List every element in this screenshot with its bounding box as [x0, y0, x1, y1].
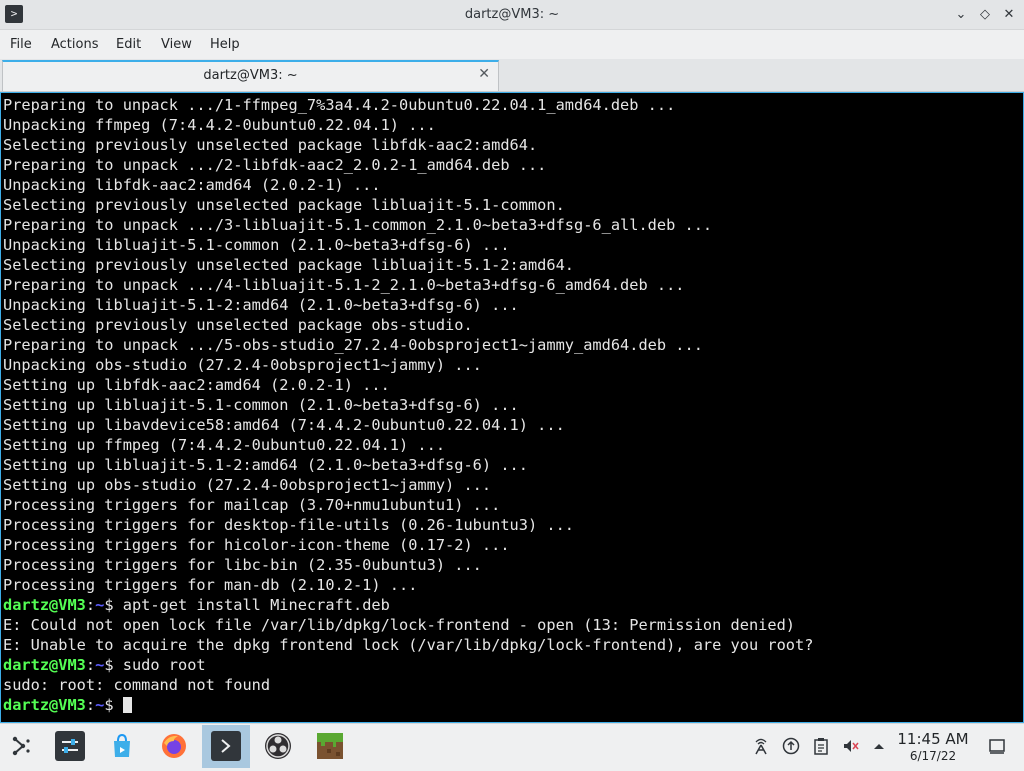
updates-icon[interactable] [781, 736, 801, 756]
firefox-icon[interactable] [159, 731, 189, 761]
menu-bar: File Actions Edit View Help [0, 30, 1024, 59]
prompt-user: dartz@VM3 [3, 596, 86, 614]
volume-muted-icon[interactable] [841, 736, 861, 756]
close-window-button[interactable]: ✕ [998, 4, 1020, 26]
terminal-line: dartz@VM3:~$ [3, 695, 1023, 715]
tab-close-icon[interactable]: ✕ [478, 66, 490, 82]
prompt-user: dartz@VM3 [3, 696, 86, 714]
prompt-path: ~ [95, 596, 105, 614]
menu-view[interactable]: View [161, 37, 192, 52]
terminal-line: Unpacking ffmpeg (7:4.4.2-0ubuntu0.22.04… [3, 116, 436, 134]
terminal-line: Processing triggers for hicolor-icon-the… [3, 536, 510, 554]
terminal-line: Processing triggers for libc-bin (2.35-0… [3, 556, 482, 574]
menu-actions[interactable]: Actions [51, 37, 99, 52]
menu-file[interactable]: File [10, 37, 32, 52]
prompt-path: ~ [95, 696, 105, 714]
terminal-line: Preparing to unpack .../1-ffmpeg_7%3a4.4… [3, 96, 676, 114]
terminal-line: Selecting previously unselected package … [3, 136, 538, 154]
command-text: apt-get install Minecraft.deb [122, 596, 390, 614]
menu-edit[interactable]: Edit [116, 37, 141, 52]
window-titlebar[interactable]: > dartz@VM3: ~ ⌄ ◇ ✕ [0, 0, 1024, 30]
command-text: sudo root [122, 656, 206, 674]
prompt-symbol: $ [104, 696, 123, 714]
terminal-icon[interactable] [211, 731, 241, 761]
terminal-view[interactable]: Preparing to unpack .../1-ffmpeg_7%3a4.4… [0, 92, 1024, 723]
tab-label: dartz@VM3: ~ [203, 68, 298, 83]
terminal-line: sudo: root: command not found [3, 676, 271, 694]
terminal-line: E: Unable to acquire the dpkg frontend l… [3, 636, 814, 654]
prompt-colon: : [85, 696, 96, 714]
network-icon[interactable] [751, 736, 771, 756]
terminal-line: Selecting previously unselected package … [3, 256, 574, 274]
clock-date[interactable]: 6/17/22 [894, 749, 972, 763]
minimize-button[interactable]: ⌄ [950, 4, 972, 26]
terminal-line: Setting up libfdk-aac2:amd64 (2.0.2-1) .… [3, 376, 390, 394]
terminal-line: Preparing to unpack .../3-libluajit-5.1-… [3, 216, 713, 234]
terminal-line: Unpacking libluajit-5.1-common (2.1.0~be… [3, 236, 510, 254]
prompt-path: ~ [95, 656, 105, 674]
terminal-line: Selecting previously unselected package … [3, 316, 473, 334]
terminal-line: Setting up libluajit-5.1-2:amd64 (2.1.0~… [3, 456, 528, 474]
prompt-symbol: $ [104, 596, 123, 614]
terminal-line: Unpacking libluajit-5.1-2:amd64 (2.1.0~b… [3, 296, 519, 314]
terminal-line: Setting up libavdevice58:amd64 (7:4.4.2-… [3, 416, 565, 434]
taskbar: 11:45 AM 6/17/22 [0, 723, 1024, 768]
discover-store-icon[interactable] [107, 731, 137, 761]
terminal-line: Setting up ffmpeg (7:4.4.2-0ubuntu0.22.0… [3, 436, 446, 454]
prompt-symbol: $ [104, 656, 123, 674]
terminal-line: Setting up libluajit-5.1-common (2.1.0~b… [3, 396, 519, 414]
terminal-line: dartz@VM3:~$ apt-get install Minecraft.d… [3, 595, 1023, 615]
settings-icon[interactable] [55, 731, 85, 761]
expand-tray-icon[interactable] [869, 736, 889, 756]
show-desktop-icon[interactable] [987, 736, 1007, 756]
tab-bar: dartz@VM3: ~ ✕ [0, 59, 1024, 92]
prompt-user: dartz@VM3 [3, 656, 86, 674]
terminal-line: Preparing to unpack .../5-obs-studio_27.… [3, 336, 703, 354]
terminal-line: Processing triggers for desktop-file-uti… [3, 516, 574, 534]
minecraft-icon[interactable] [315, 731, 345, 761]
tab-terminal[interactable]: dartz@VM3: ~ ✕ [2, 60, 499, 91]
text-cursor [122, 697, 132, 713]
terminal-line: Preparing to unpack .../4-libluajit-5.1-… [3, 276, 685, 294]
terminal-line: Preparing to unpack .../2-libfdk-aac2_2.… [3, 156, 547, 174]
terminal-line: Unpacking obs-studio (27.2.4-0obsproject… [3, 356, 482, 374]
prompt-colon: : [85, 596, 96, 614]
obs-studio-icon[interactable] [263, 731, 293, 761]
terminal-line: dartz@VM3:~$ sudo root [3, 655, 1023, 675]
maximize-button[interactable]: ◇ [974, 4, 996, 26]
terminal-line: Setting up obs-studio (27.2.4-0obsprojec… [3, 476, 492, 494]
terminal-line: Selecting previously unselected package … [3, 196, 565, 214]
menu-help[interactable]: Help [210, 37, 240, 52]
terminal-line: Processing triggers for mailcap (3.70+nm… [3, 496, 501, 514]
window-title: dartz@VM3: ~ [464, 7, 560, 22]
terminal-line: E: Could not open lock file /var/lib/dpk… [3, 616, 796, 634]
launcher-icon[interactable] [6, 731, 36, 761]
terminal-output: Preparing to unpack .../1-ffmpeg_7%3a4.4… [3, 95, 1023, 595]
clock-time[interactable]: 11:45 AM [894, 730, 972, 748]
terminal-line: Processing triggers for man-db (2.10.2-1… [3, 576, 418, 594]
prompt-colon: : [85, 656, 96, 674]
terminal-line: Unpacking libfdk-aac2:amd64 (2.0.2-1) ..… [3, 176, 381, 194]
clipboard-icon[interactable] [811, 736, 831, 756]
